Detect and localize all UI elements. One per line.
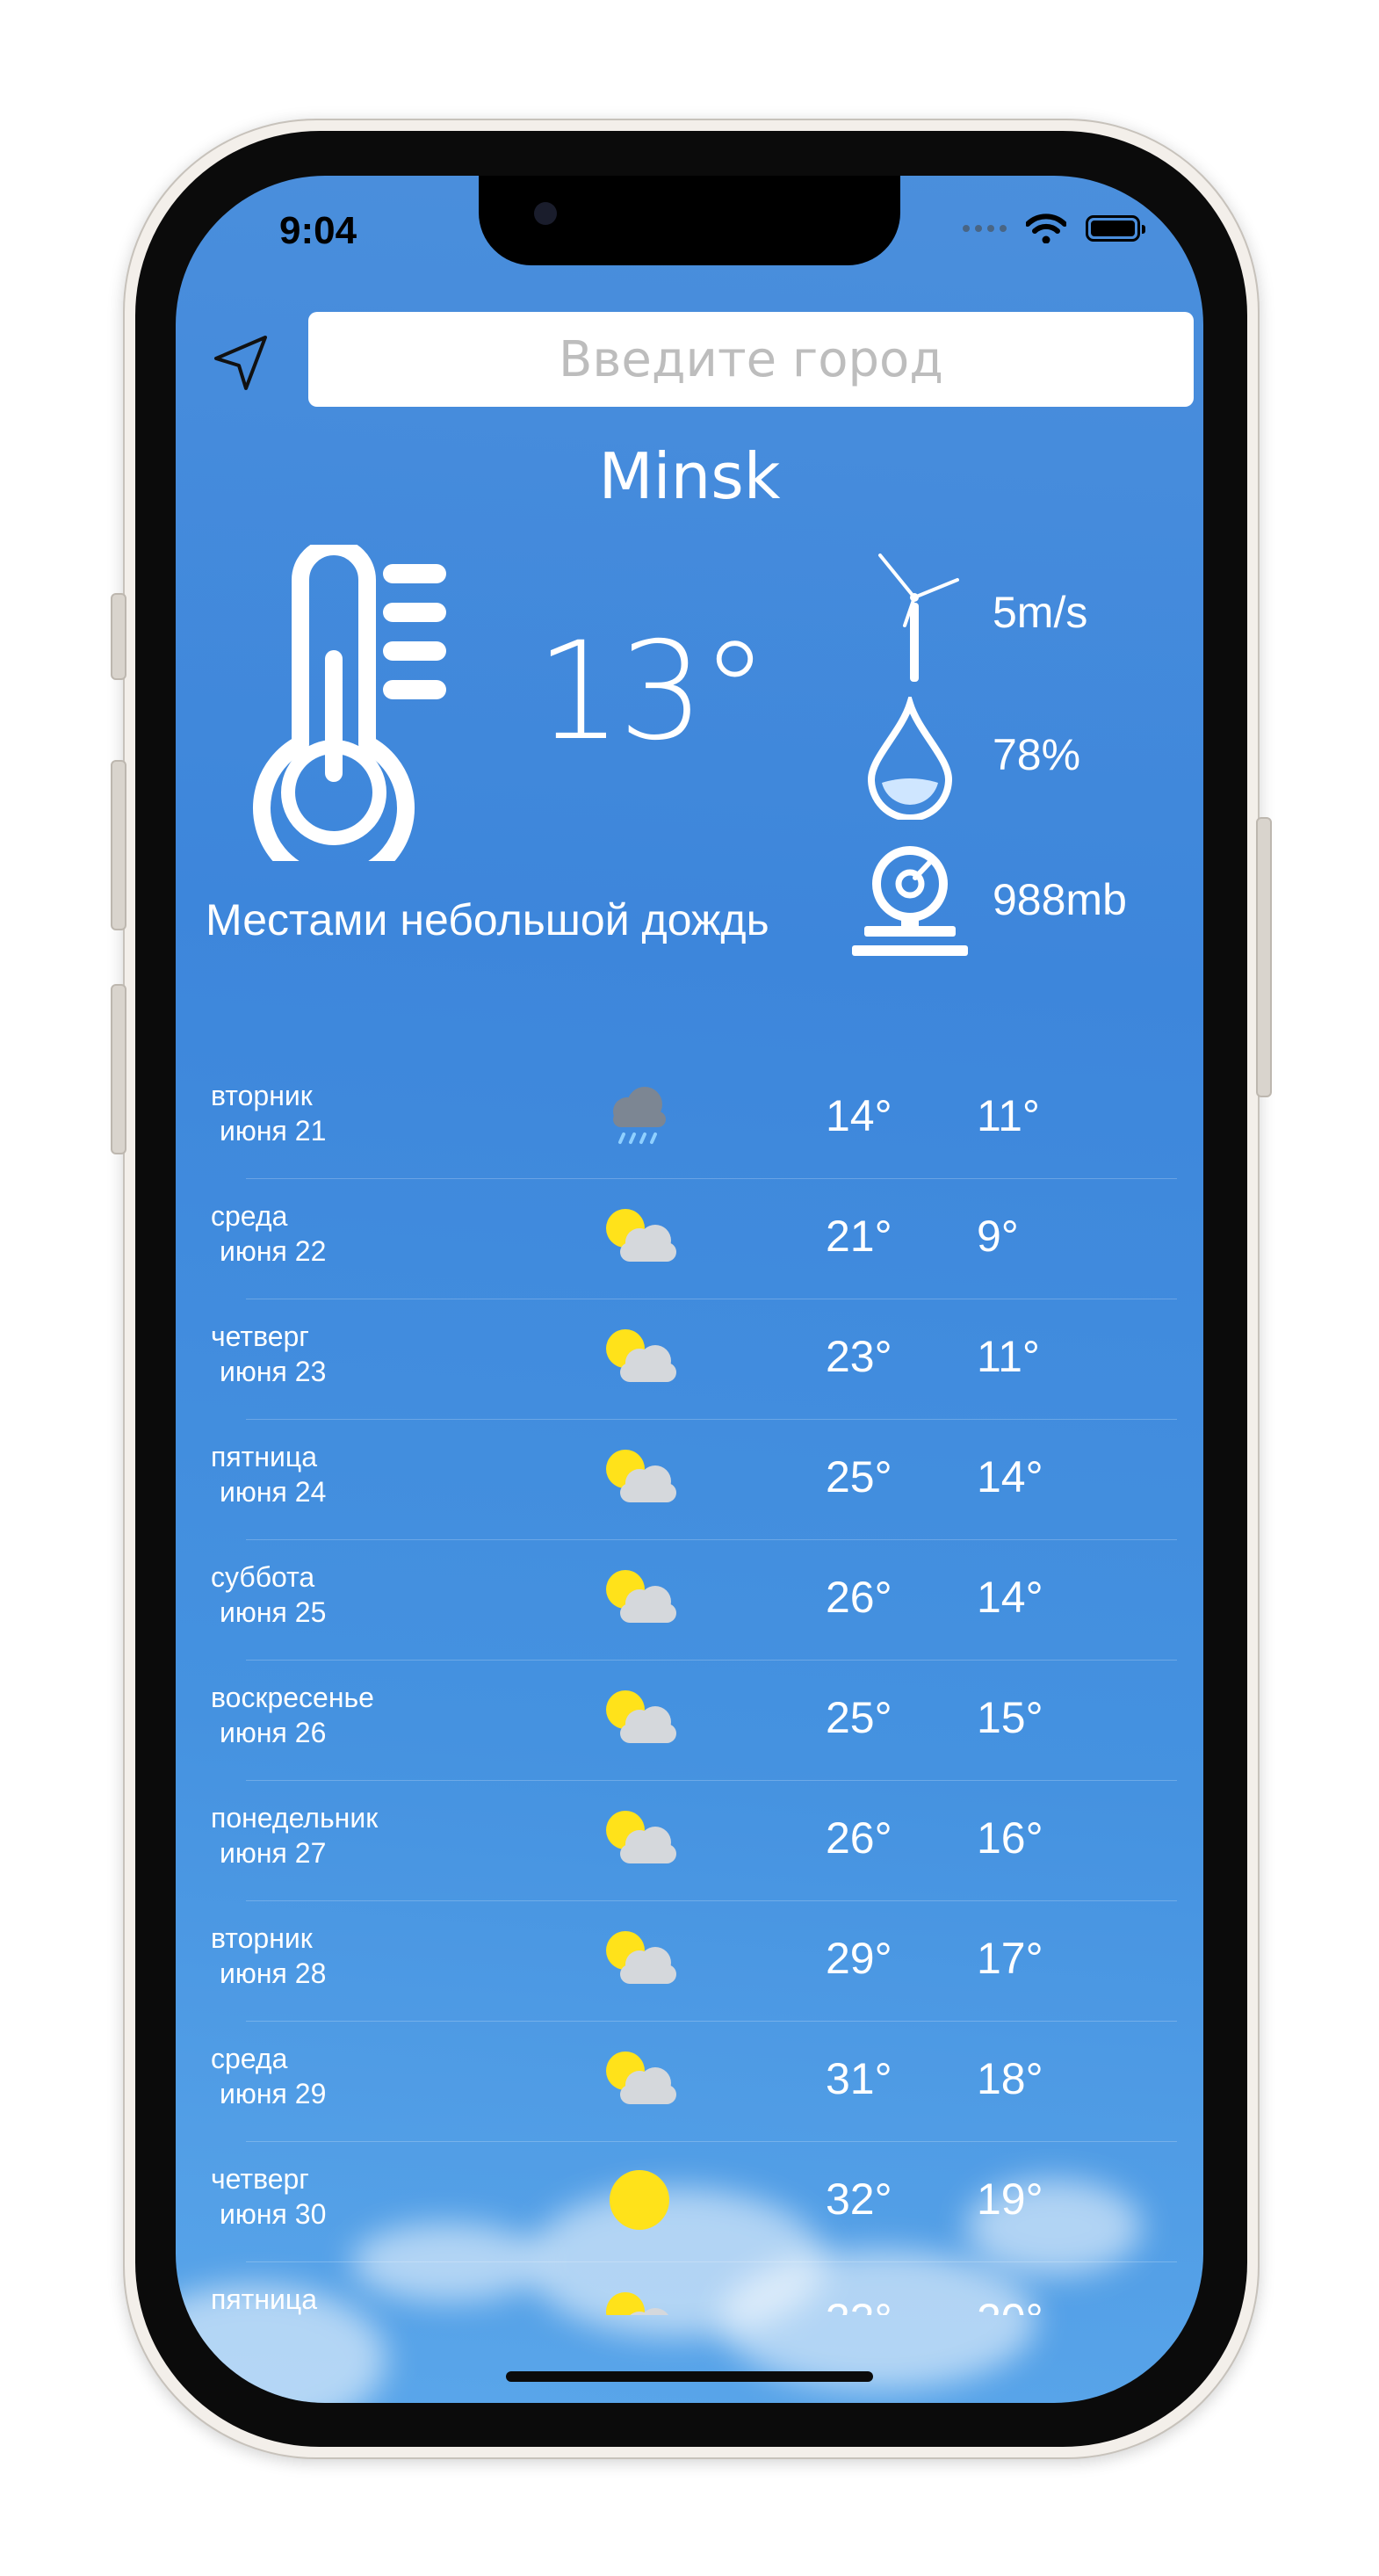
forecast-date: июня 23 bbox=[220, 1356, 327, 1387]
forecast-day: пятница bbox=[211, 1441, 317, 1473]
forecast-low: 17° bbox=[977, 1934, 1043, 1983]
forecast-high: 14° bbox=[826, 1091, 892, 1140]
current-temperature: 13° bbox=[536, 613, 769, 771]
notch bbox=[479, 176, 900, 265]
partly-cloudy-icon bbox=[601, 1924, 678, 1994]
forecast-low: 9° bbox=[977, 1212, 1019, 1261]
partly-cloudy-icon bbox=[601, 1443, 678, 1513]
forecast-row: среда июня 29 31° 18° bbox=[176, 2022, 1203, 2142]
forecast-low: 15° bbox=[977, 1693, 1043, 1742]
wind-speed: 5m/s bbox=[993, 588, 1088, 637]
forecast-date: июня 26 bbox=[220, 1717, 327, 1748]
volume-down-button bbox=[111, 984, 126, 1154]
camera-icon bbox=[534, 202, 557, 225]
forecast-day: четверг bbox=[211, 1321, 309, 1352]
forecast-row: вторник июня 28 29° 17° bbox=[176, 1901, 1203, 2022]
partly-cloudy-icon bbox=[601, 1322, 678, 1393]
mute-switch bbox=[111, 593, 126, 680]
forecast-list[interactable]: вторник июня 21 14° 11° среда июня 22 21° 9° чет… bbox=[176, 1059, 1203, 2315]
partly-cloudy-icon bbox=[601, 1202, 678, 1272]
forecast-day: суббота bbox=[211, 1561, 315, 1593]
weather-condition: Местами небольшой дождь bbox=[206, 895, 769, 944]
partly-cloudy-icon bbox=[601, 2285, 678, 2315]
battery-icon bbox=[1086, 215, 1145, 242]
forecast-date: июня 24 bbox=[220, 1476, 327, 1508]
forecast-low: 18° bbox=[977, 2054, 1043, 2103]
forecast-high: 32° bbox=[826, 2174, 892, 2224]
forecast-day: понедельник bbox=[211, 1802, 379, 1834]
city-name: Minsk bbox=[598, 439, 781, 513]
forecast-day: вторник bbox=[211, 1080, 313, 1111]
forecast-low: 19° bbox=[977, 2174, 1043, 2224]
forecast-row: воскресенье июня 26 25° 15° bbox=[176, 1661, 1203, 1781]
forecast-row: суббота июня 25 26° 14° bbox=[176, 1540, 1203, 1661]
forecast-low: 14° bbox=[977, 1573, 1043, 1622]
forecast-day: среда bbox=[211, 1200, 288, 1232]
forecast-date: июня 30 bbox=[220, 2198, 327, 2230]
wifi-icon bbox=[1026, 213, 1066, 243]
rain-cloud-icon bbox=[601, 1082, 678, 1152]
forecast-date: июня 21 bbox=[220, 1115, 327, 1147]
status-time: 9:04 bbox=[279, 209, 357, 252]
forecast-day: воскресенье bbox=[211, 1682, 374, 1713]
forecast-high: 31° bbox=[826, 2054, 892, 2103]
forecast-row: четверг июня 23 23° 11° bbox=[176, 1299, 1203, 1420]
forecast-row: четверг июня 30 32° 19° bbox=[176, 2142, 1203, 2262]
forecast-date: июня 27 bbox=[220, 1837, 327, 1869]
barometer-icon bbox=[852, 846, 968, 956]
forecast-row: среда июня 22 21° 9° bbox=[176, 1179, 1203, 1299]
app-screen: 9:04 Minsk 13° Местами небольшой дождь 5… bbox=[176, 176, 1203, 2403]
forecast-row: пятница 33° 20° bbox=[176, 2262, 1203, 2315]
forecast-high: 25° bbox=[826, 1452, 892, 1501]
forecast-low: 11° bbox=[977, 1332, 1040, 1381]
forecast-date: июня 25 bbox=[220, 1596, 327, 1628]
forecast-low: 11° bbox=[977, 1091, 1040, 1140]
forecast-row: вторник июня 21 14° 11° bbox=[176, 1059, 1203, 1179]
forecast-date: июня 22 bbox=[220, 1235, 327, 1267]
forecast-low: 16° bbox=[977, 1813, 1043, 1863]
status-icons bbox=[963, 211, 1145, 246]
partly-cloudy-icon bbox=[601, 1563, 678, 1633]
forecast-date: июня 29 bbox=[220, 2078, 327, 2109]
partly-cloudy-icon bbox=[601, 1683, 678, 1754]
forecast-high: 33° bbox=[826, 2294, 892, 2315]
side-button bbox=[1256, 817, 1272, 1097]
wind-turbine-icon bbox=[878, 554, 959, 682]
sun-icon bbox=[601, 2165, 678, 2235]
forecast-high: 21° bbox=[826, 1212, 892, 1261]
volume-up-button bbox=[111, 760, 126, 930]
humidity-drop-icon bbox=[867, 697, 953, 820]
forecast-day: четверг bbox=[211, 2163, 309, 2195]
forecast-high: 25° bbox=[826, 1693, 892, 1742]
cellular-signal-icon bbox=[963, 225, 1007, 232]
partly-cloudy-icon bbox=[601, 2044, 678, 2115]
forecast-day: вторник bbox=[211, 1922, 313, 1954]
forecast-high: 29° bbox=[826, 1934, 892, 1983]
home-indicator[interactable] bbox=[506, 2371, 873, 2382]
forecast-low: 14° bbox=[977, 1452, 1043, 1501]
pressure: 988mb bbox=[993, 875, 1127, 924]
forecast-day: среда bbox=[211, 2043, 288, 2074]
forecast-high: 23° bbox=[826, 1332, 892, 1381]
humidity: 78% bbox=[993, 730, 1081, 779]
partly-cloudy-icon bbox=[601, 1804, 678, 1874]
thermometer-icon bbox=[253, 545, 446, 861]
forecast-date: июня 28 bbox=[220, 1957, 327, 1989]
forecast-row: понедельник июня 27 26° 16° bbox=[176, 1781, 1203, 1901]
city-search-input[interactable] bbox=[308, 312, 1194, 407]
forecast-high: 26° bbox=[826, 1573, 892, 1622]
location-arrow-icon[interactable] bbox=[211, 332, 272, 394]
forecast-row: пятница июня 24 25° 14° bbox=[176, 1420, 1203, 1540]
forecast-high: 26° bbox=[826, 1813, 892, 1863]
forecast-low: 20° bbox=[977, 2294, 1043, 2315]
forecast-day: пятница bbox=[211, 2283, 317, 2315]
